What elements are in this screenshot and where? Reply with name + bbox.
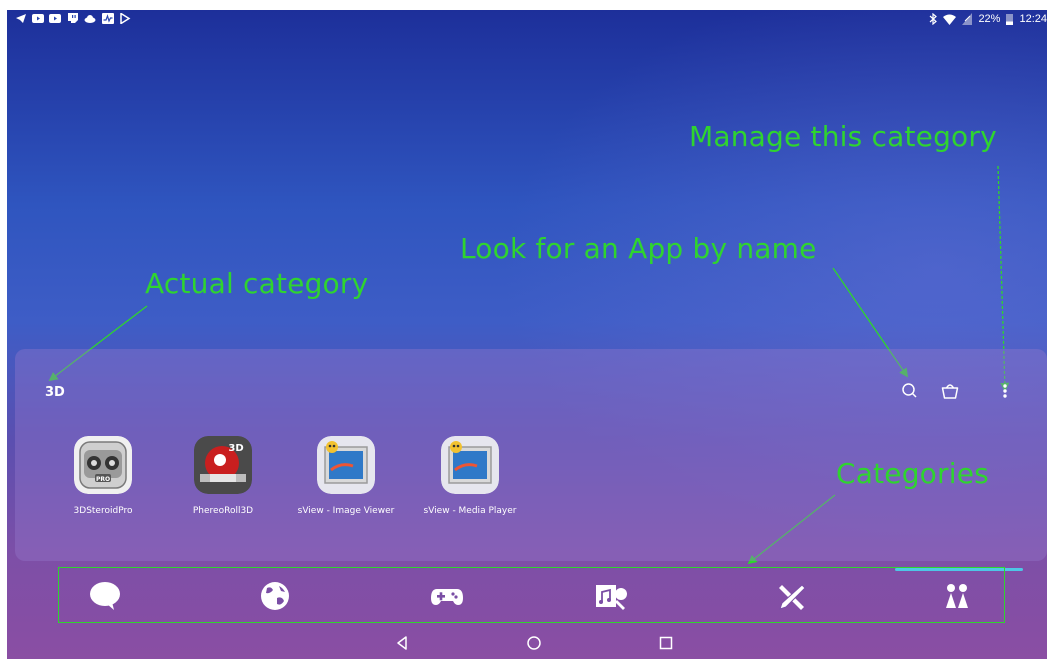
twitch-icon: [68, 13, 78, 23]
annotation-categories: Categories: [836, 457, 989, 490]
people-icon: [946, 584, 968, 608]
no-sim-icon: [962, 13, 973, 25]
clock: 12:24: [1019, 13, 1047, 25]
annotation-actual-category: Actual category: [145, 267, 369, 300]
telegram-icon: [16, 14, 26, 23]
sview-icon: [317, 436, 375, 494]
bluetooth-icon: [930, 13, 938, 25]
globe-icon: [261, 582, 289, 610]
app-phereoroll3d[interactable]: 3D PhereoRoll3D: [158, 436, 288, 516]
youtube-icon: [49, 14, 61, 23]
annotation-categories-outline: [58, 567, 1005, 623]
status-bar: 22% 12:24: [7, 10, 1047, 28]
category-tab-3d[interactable]: [939, 580, 975, 612]
more-vert-icon[interactable]: [994, 380, 1016, 402]
app-sview-image-viewer[interactable]: sView - Image Viewer: [281, 436, 411, 516]
remote-controller-icon: PRO: [74, 436, 132, 494]
wifi-icon: [943, 14, 957, 25]
annotation-search: Look for an App by name: [460, 232, 817, 265]
youtube-icon: [32, 14, 44, 23]
battery-percent: 22%: [978, 13, 1001, 25]
app-label: sView - Media Player: [423, 506, 517, 516]
app-sview-media-player[interactable]: sView - Media Player: [405, 436, 535, 516]
app-label: PhereoRoll3D: [192, 506, 254, 516]
shopping-bag-icon[interactable]: [939, 380, 961, 402]
phereoroll-icon: 3D: [194, 436, 252, 494]
app-label: 3DSteroidPro: [73, 506, 133, 516]
home-icon[interactable]: [522, 632, 546, 654]
category-tab-internet[interactable]: [257, 580, 293, 612]
svg-text:PRO: PRO: [96, 476, 110, 483]
multimedia-icon: [596, 585, 627, 610]
chat-icon: [90, 582, 120, 610]
cloud-icon: [84, 15, 96, 23]
svg-text:3D: 3D: [228, 443, 243, 454]
gamepad-icon: [431, 589, 463, 605]
sview-icon: [441, 436, 499, 494]
app-label: sView - Image Viewer: [297, 506, 395, 516]
annotation-arrows: [48, 165, 1010, 565]
recents-icon[interactable]: [654, 632, 678, 654]
category-tab-games[interactable]: [429, 580, 465, 612]
search-icon[interactable]: [899, 380, 921, 402]
battery-icon: [1006, 14, 1014, 25]
home-screen: 22% 12:24 Manage this category Look for …: [7, 10, 1047, 659]
app-3dsteroidpro[interactable]: PRO 3DSteroidPro: [38, 436, 168, 516]
back-icon[interactable]: [390, 632, 414, 654]
category-title: 3D: [45, 385, 65, 400]
play-store-icon: [120, 13, 131, 24]
category-tab-chat[interactable]: [87, 580, 123, 612]
category-tab-tools[interactable]: [774, 580, 810, 612]
tools-icon: [779, 584, 806, 610]
activity-icon: [102, 13, 114, 24]
status-icons: 22% 12:24: [929, 12, 1047, 26]
annotation-manage-category: Manage this category: [689, 120, 997, 153]
category-tab-multimedia[interactable]: [593, 580, 629, 612]
